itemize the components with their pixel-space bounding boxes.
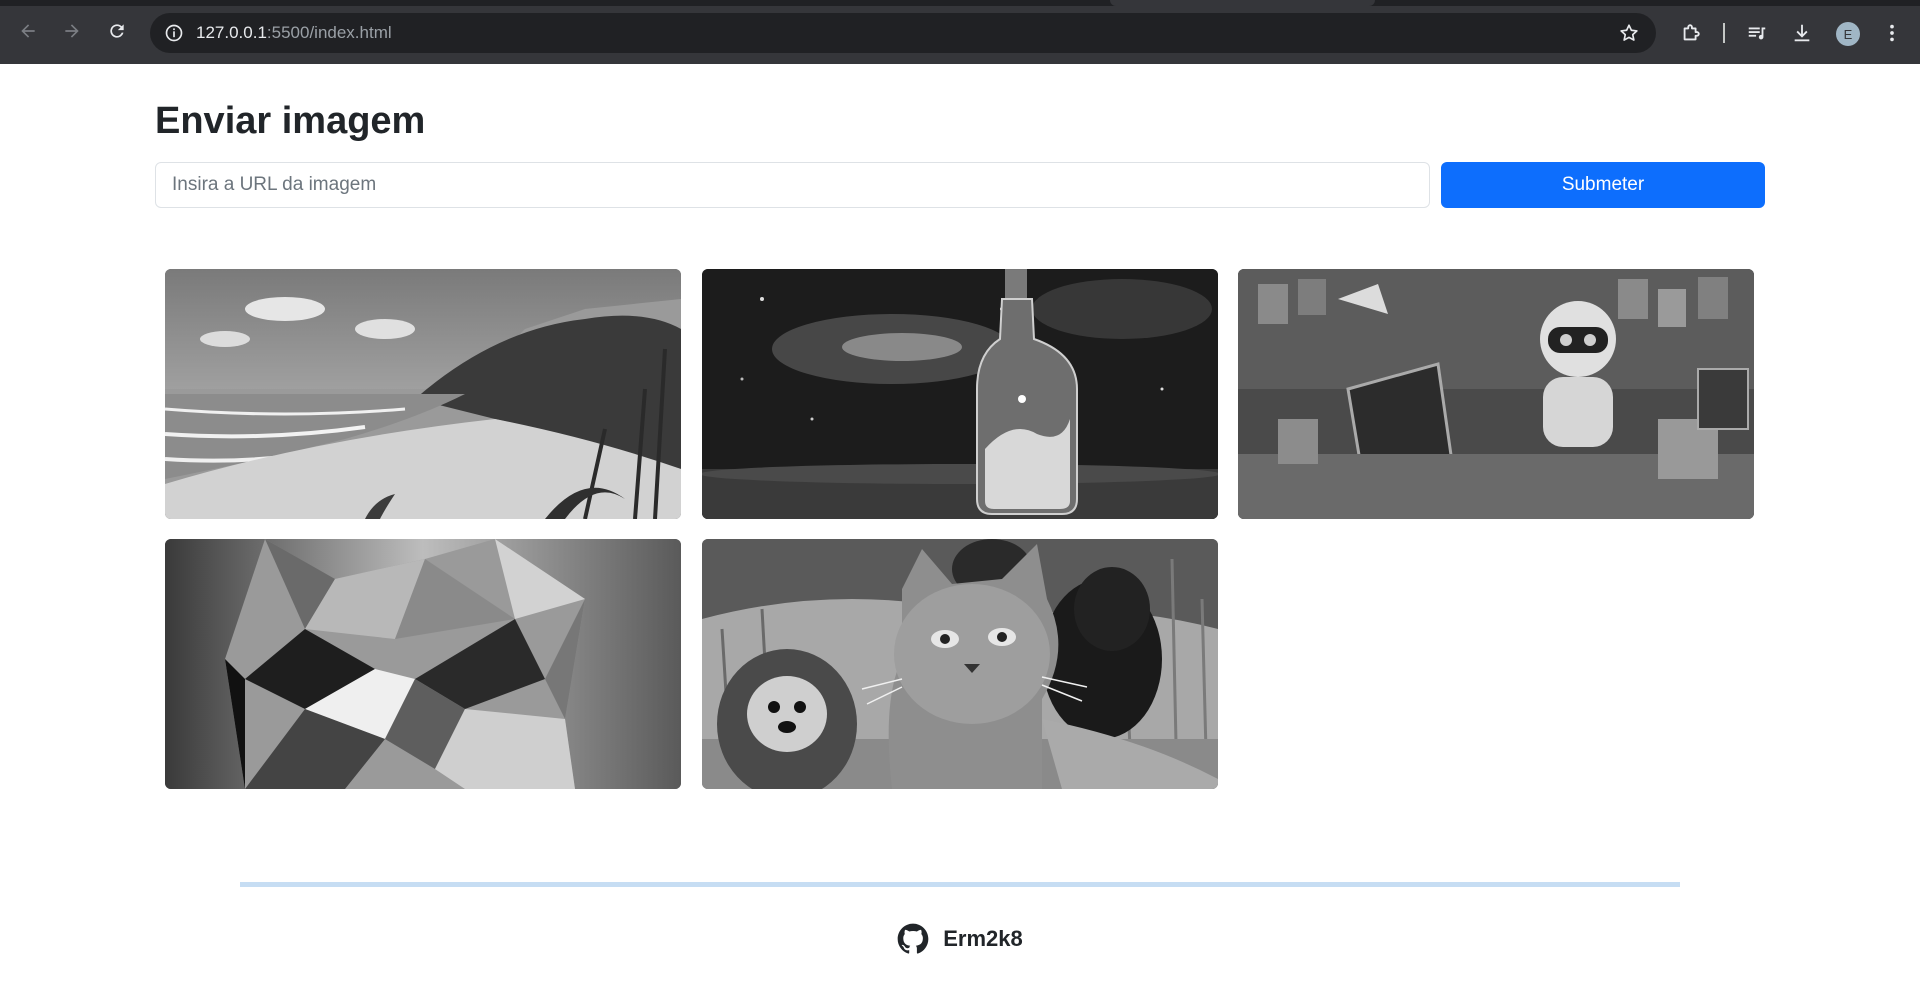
address-bar[interactable]: 127.0.0.1:5500/index.html <box>150 13 1656 53</box>
browser-toolbar: 127.0.0.1:5500/index.html E <box>0 0 1920 64</box>
puzzle-icon <box>1683 24 1700 41</box>
back-button[interactable] <box>13 16 43 46</box>
info-icon[interactable] <box>164 23 184 43</box>
lowpoly-cat-image <box>165 539 681 789</box>
github-icon[interactable] <box>897 923 929 955</box>
page-content: Enviar imagem Submeter <box>0 64 1920 981</box>
page-title: Enviar imagem <box>155 100 426 142</box>
browser-menu-button[interactable] <box>1880 21 1904 45</box>
forward-button[interactable] <box>57 16 87 46</box>
arrow-left-icon <box>21 24 35 38</box>
robot-artist-image <box>1238 269 1754 519</box>
tab-strip <box>0 0 1920 6</box>
cat-dogs-selfie-image <box>702 539 1218 789</box>
url-text: 127.0.0.1:5500/index.html <box>196 23 392 43</box>
bookmark-star-icon[interactable] <box>1618 22 1640 44</box>
downloads-button[interactable] <box>1790 21 1814 45</box>
more-vertical-icon <box>1890 24 1894 42</box>
profile-avatar[interactable]: E <box>1836 22 1860 46</box>
footer: Erm2k8 <box>0 919 1920 959</box>
url-path: :5500/index.html <box>266 23 392 42</box>
active-tab[interactable] <box>1110 0 1375 6</box>
download-icon <box>1794 24 1810 42</box>
image-url-input[interactable] <box>155 162 1430 208</box>
playlist-icon <box>1748 27 1766 40</box>
toolbar-separator <box>1723 23 1725 43</box>
media-controls-button[interactable] <box>1745 21 1769 45</box>
beach-image <box>165 269 681 519</box>
galaxy-bottle-image <box>702 269 1218 519</box>
arrow-right-icon <box>65 24 79 38</box>
github-username[interactable]: Erm2k8 <box>943 926 1023 952</box>
avatar-initial: E <box>1843 26 1853 42</box>
submit-button[interactable]: Submeter <box>1441 162 1765 208</box>
footer-divider <box>240 882 1680 887</box>
reload-button[interactable] <box>102 16 132 46</box>
reload-icon <box>110 24 124 38</box>
url-host: 127.0.0.1 <box>196 23 267 42</box>
extensions-button[interactable] <box>1679 21 1703 45</box>
